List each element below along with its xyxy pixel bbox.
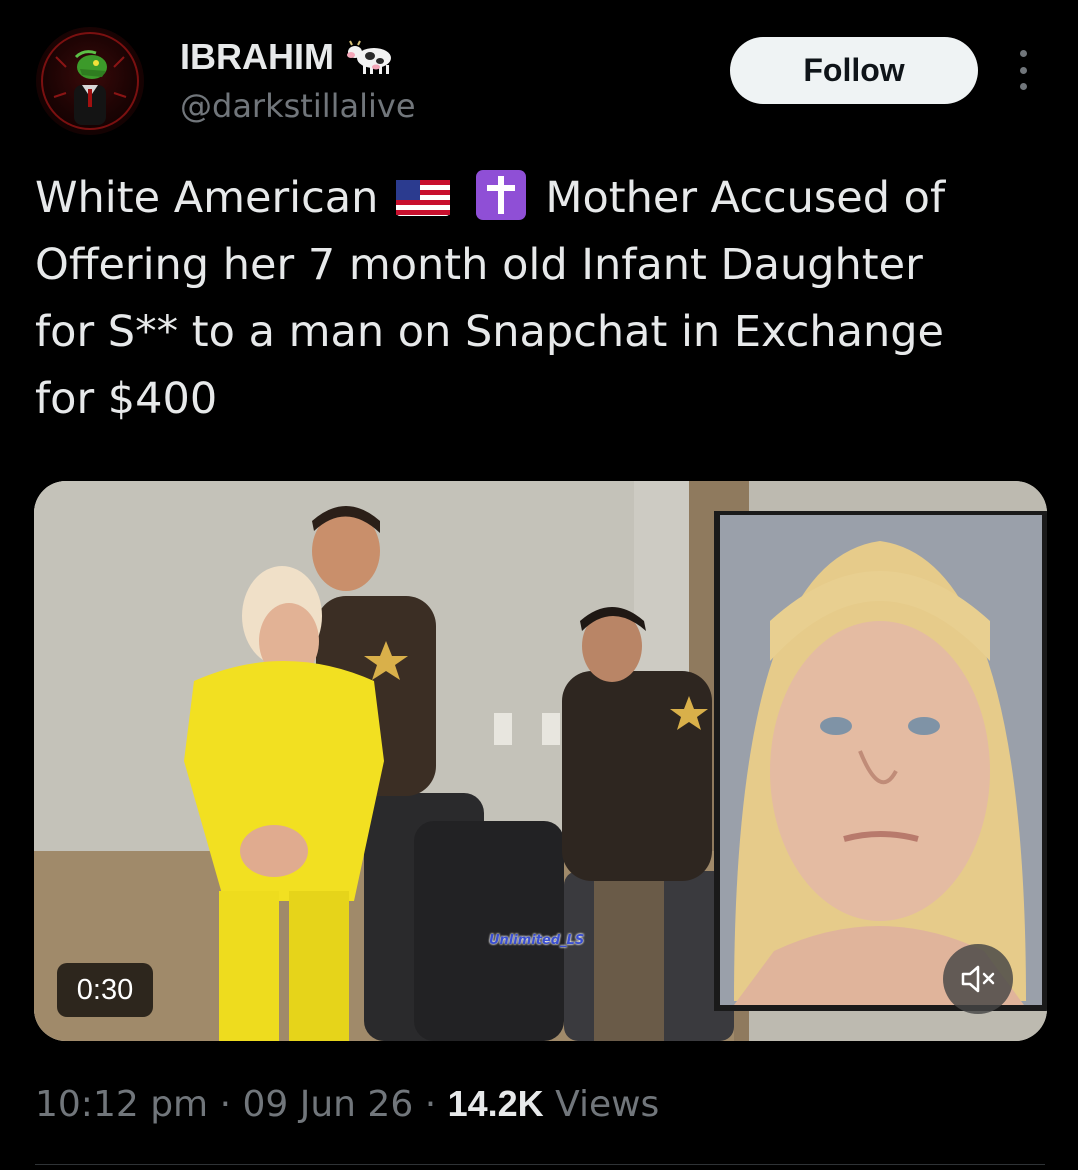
tweet-text-segment: White American xyxy=(35,173,379,223)
tweet-line-2: Offering her 7 month old Infant Daughter xyxy=(35,240,923,290)
tweet-line-4: for $400 xyxy=(35,374,218,424)
divider xyxy=(35,1164,1045,1165)
author-name-row[interactable]: IBRAHIM xyxy=(180,36,396,78)
cow-emoji-icon xyxy=(346,40,391,74)
meta-separator: · xyxy=(219,1084,232,1125)
author-handle[interactable]: @darkstillalive xyxy=(180,86,416,126)
tweet-date[interactable]: 09 Jun 26 xyxy=(242,1084,413,1125)
speaker-muted-icon xyxy=(961,965,995,993)
tweet-text-segment: Mother Accused of xyxy=(545,173,946,223)
video-player[interactable]: Unlimited_LS 0:30 xyxy=(34,481,1047,1041)
meta-separator: · xyxy=(424,1084,437,1125)
tweet-line-3: for S** to a man on Snapchat in Exchange xyxy=(35,307,944,357)
tweet-time[interactable]: 10:12 pm xyxy=(35,1084,208,1125)
us-flag-icon xyxy=(396,180,450,216)
tweet-text: White American Mother Accused of Offerin… xyxy=(35,165,1035,433)
tweet-meta: 10:12 pm · 09 Jun 26 · 14.2K Views xyxy=(35,1080,659,1129)
tweet-line-1: White American Mother Accused of xyxy=(35,165,1035,232)
author-display-name[interactable]: IBRAHIM xyxy=(180,36,334,78)
video-duration-badge: 0:30 xyxy=(57,963,153,1017)
follow-button[interactable]: Follow xyxy=(730,37,978,104)
latin-cross-icon xyxy=(475,170,526,220)
more-options-icon[interactable] xyxy=(1010,50,1036,90)
views-count[interactable]: 14.2K xyxy=(448,1083,544,1124)
mute-toggle-button[interactable] xyxy=(943,944,1013,1014)
views-label: Views xyxy=(555,1084,660,1125)
author-avatar[interactable] xyxy=(36,27,144,135)
video-watermark: Unlimited_LS xyxy=(489,933,585,948)
lizard-avatar-icon xyxy=(41,32,139,130)
video-thumbnail xyxy=(34,481,1047,1041)
